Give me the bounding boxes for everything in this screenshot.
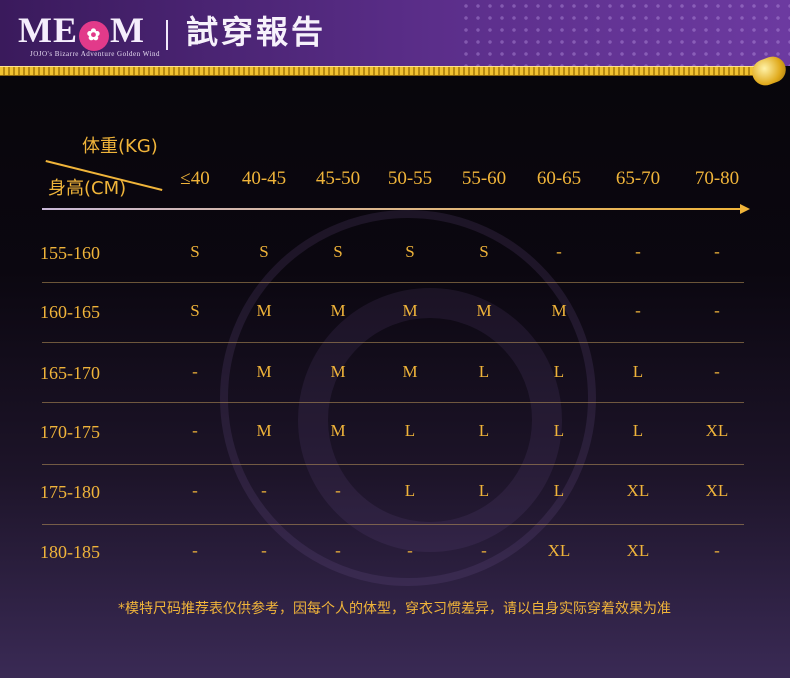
size-cell: - xyxy=(481,541,487,560)
size-cell: L xyxy=(632,362,644,381)
size-cell: - xyxy=(714,301,720,320)
size-cell: - xyxy=(635,242,641,261)
size-cell: - xyxy=(335,481,341,500)
size-cell: XL xyxy=(705,421,729,440)
size-cell: XL xyxy=(705,481,729,500)
size-cell: - xyxy=(261,541,267,560)
row-header: 170-175 xyxy=(40,422,100,442)
size-cell: S xyxy=(479,242,489,261)
size-cell: M xyxy=(256,421,272,440)
size-cell: L xyxy=(632,421,644,440)
size-cell: - xyxy=(714,362,720,381)
watermark-seal-icon xyxy=(220,210,596,586)
size-cell: M xyxy=(330,301,346,320)
row-header: 180-185 xyxy=(40,542,100,562)
size-cell: L xyxy=(553,421,565,440)
column-header: 65-70 xyxy=(615,168,661,189)
size-cell: - xyxy=(335,541,341,560)
size-cell: S xyxy=(333,242,343,261)
size-cell: M xyxy=(256,362,272,381)
arrow-right-icon xyxy=(740,204,750,214)
size-cell: M xyxy=(402,301,418,320)
size-cell: L xyxy=(404,421,416,440)
size-cell: - xyxy=(261,481,267,500)
weight-axis-label: 体重(KG) xyxy=(82,136,158,157)
brand-logo: ME ✿ M xyxy=(18,10,145,51)
size-cell: XL xyxy=(626,541,650,560)
row-header: 165-170 xyxy=(40,363,100,383)
column-header: 50-55 xyxy=(387,168,433,189)
row-separator xyxy=(42,342,744,343)
row-separator xyxy=(42,524,744,525)
size-cell: S xyxy=(190,301,200,320)
column-header: 60-65 xyxy=(536,168,582,189)
size-cell: - xyxy=(192,481,198,500)
size-cell: S xyxy=(259,242,269,261)
size-cell: M xyxy=(476,301,492,320)
size-cell: XL xyxy=(626,481,650,500)
column-header: 40-45 xyxy=(241,168,287,189)
size-cell: L xyxy=(553,362,565,381)
column-header: 45-50 xyxy=(315,168,361,189)
row-header: 160-165 xyxy=(40,302,100,322)
size-cell: M xyxy=(256,301,272,320)
page-title: 試穿報告 xyxy=(186,13,327,51)
header-divider xyxy=(166,20,168,50)
size-cell: L xyxy=(478,421,490,440)
size-cell: M xyxy=(330,421,346,440)
size-cell: - xyxy=(556,242,562,261)
star-logo-icon: ✿ xyxy=(79,21,109,51)
zipper-divider xyxy=(0,66,770,76)
row-header: 175-180 xyxy=(40,482,100,502)
row-separator xyxy=(42,464,744,465)
size-cell: S xyxy=(405,242,415,261)
header-banner: ME ✿ M JOJO's Bizarre Adventure Golden Win… xyxy=(0,0,790,66)
size-cell: S xyxy=(190,242,200,261)
column-header: 55-60 xyxy=(461,168,507,189)
size-cell: - xyxy=(635,301,641,320)
column-header: 70-80 xyxy=(694,168,740,189)
size-cell: L xyxy=(404,481,416,500)
size-cell: - xyxy=(192,362,198,381)
weight-axis-arrow-line xyxy=(42,208,742,210)
row-separator xyxy=(42,402,744,403)
row-separator xyxy=(42,282,744,283)
disclaimer-note: *模特尺码推荐表仅供参考，因每个人的体型，穿衣习惯差异，请以自身实际穿着效果为准 xyxy=(118,601,671,617)
size-cell: L xyxy=(478,362,490,381)
size-cell: - xyxy=(407,541,413,560)
size-cell: - xyxy=(192,421,198,440)
size-cell: - xyxy=(192,541,198,560)
column-header: ≤40 xyxy=(180,168,210,189)
logo-subtitle: JOJO's Bizarre Adventure Golden Wind xyxy=(30,50,161,58)
size-cell: M xyxy=(402,362,418,381)
size-cell: M xyxy=(551,301,567,320)
size-cell: - xyxy=(714,541,720,560)
size-cell: XL xyxy=(547,541,571,560)
row-header: 155-160 xyxy=(40,243,100,263)
size-cell: M xyxy=(330,362,346,381)
header-pattern xyxy=(460,0,790,66)
size-cell: L xyxy=(478,481,490,500)
size-cell: L xyxy=(553,481,565,500)
size-cell: - xyxy=(714,242,720,261)
